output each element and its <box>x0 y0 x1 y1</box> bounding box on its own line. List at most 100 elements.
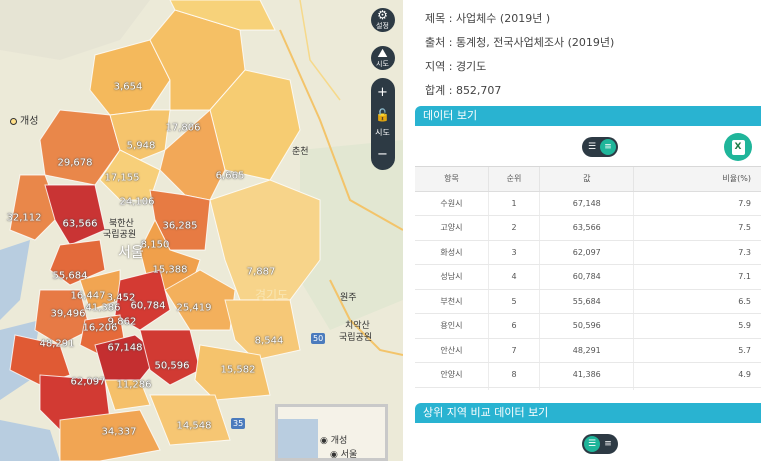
cell-rank: 4 <box>488 264 541 290</box>
choropleth-map[interactable]: 3,654 17,806 29,678 5,948 17,155 6,665 3… <box>0 0 403 461</box>
cell-ratio: 7.5 <box>633 215 761 241</box>
meta-title: 제목 : 사업체수 (2019년 ) <box>425 12 551 25</box>
place-chiak-park: 국립공원 <box>339 333 373 343</box>
cell-rank: 2 <box>488 215 541 241</box>
map-value-label: 63,566 <box>62 218 98 230</box>
zoom-control: + 🔓 시도 − <box>370 78 395 170</box>
excel-download-button[interactable]: X <box>724 133 752 161</box>
top-compare-header[interactable]: 상위 지역 비교 데이터 보기 <box>415 403 761 423</box>
table-row[interactable]: 부천시 5 55,684 6.5 <box>415 289 761 314</box>
table-row[interactable]: 화성시 3 62,097 7.3 <box>415 240 761 265</box>
map-value-label: 15,582 <box>220 364 256 376</box>
place-national-park: 국립공원 <box>103 230 137 240</box>
map-value-label: 16,447 <box>70 290 106 302</box>
map-value-label: 67,148 <box>107 342 143 354</box>
place-gyeonggi: 경기도 <box>255 288 289 302</box>
table-row[interactable]: 안양시 8 41,386 4.9 <box>415 362 761 388</box>
place-chuncheon: 춘천 <box>292 147 309 157</box>
zoom-in-button[interactable]: + <box>377 82 388 104</box>
overview-minimap[interactable]: ◉ 개성 ◉ 서울 인천 <box>275 404 388 461</box>
minimap-sea <box>278 419 318 458</box>
list-view-icon[interactable]: ☰ <box>584 436 600 452</box>
col-header-value[interactable]: 값 <box>539 167 635 192</box>
meta-source: 출처 : 통계청, 전국사업체조사 (2019년) <box>425 36 615 49</box>
cell-item: 화성시 <box>415 240 489 265</box>
map-value-label: 6,665 <box>215 170 245 182</box>
table-row[interactable]: 안산시 7 48,291 5.7 <box>415 338 761 363</box>
cell-item: 안산시 <box>415 338 489 363</box>
sido-button[interactable]: ⛰ 시도 <box>370 46 395 70</box>
table-view-icon[interactable]: ≡ <box>600 139 616 155</box>
col-header-ratio[interactable]: 비율(%) <box>633 167 761 192</box>
map-layer-icon: ⛰ <box>377 46 388 60</box>
cell-value: 50,596 <box>539 313 635 339</box>
map-value-label: 55,684 <box>52 270 88 282</box>
map-value-label: 5,948 <box>126 140 156 152</box>
map-value-label: 11,286 <box>116 379 152 391</box>
cell-ratio: 7.9 <box>633 191 761 216</box>
cell-item: 용인시 <box>415 313 489 339</box>
map-value-label: 29,678 <box>57 157 93 169</box>
cell-value: 67,148 <box>539 191 635 216</box>
compare-view-toggle[interactable]: ☰ ≡ <box>582 434 618 454</box>
cell-value: 62,097 <box>539 240 635 265</box>
gear-icon: ⚙ <box>377 8 388 22</box>
map-controls: ⚙ 설정 ⛰ 시도 + 🔓 시도 − <box>369 8 396 170</box>
zoom-out-button[interactable]: − <box>377 144 388 166</box>
cell-rank: 5 <box>488 289 541 314</box>
table-row[interactable]: 용인시 6 50,596 5.9 <box>415 313 761 339</box>
settings-label: 설정 <box>376 22 389 30</box>
map-value-label: 17,155 <box>104 172 140 184</box>
app-root: 3,654 17,806 29,678 5,948 17,155 6,665 3… <box>0 0 761 461</box>
table-row[interactable]: 시흥시939,4964.6 <box>415 387 761 390</box>
map-value-label: 14,548 <box>176 420 212 432</box>
table-row[interactable]: 고양시 2 63,566 7.5 <box>415 215 761 241</box>
col-header-item[interactable]: 항목 <box>415 167 489 192</box>
view-toggle[interactable]: ☰ ≡ <box>582 137 618 157</box>
cell-rank: 9 <box>488 387 541 390</box>
lock-icon[interactable]: 🔓 <box>375 104 390 126</box>
info-panel: 제목 : 사업체수 (2019년 ) 출처 : 통계청, 전국사업체조사 (20… <box>403 0 761 461</box>
data-table[interactable]: 항목 순위 값 비율(%) 수원시 1 67,148 7.9 고양시 2 63,566 7.5… <box>415 166 761 390</box>
map-value-label: 39,496 <box>50 308 86 320</box>
map-value-label: 17,806 <box>165 122 201 134</box>
cell-ratio: 7.1 <box>633 264 761 290</box>
map-value-label: 3,654 <box>113 81 143 93</box>
cell-ratio: 6.5 <box>633 289 761 314</box>
cell-ratio: 5.7 <box>633 338 761 363</box>
minimap-kaesong: ◉ 개성 <box>320 436 348 446</box>
map-value-label: 62,097 <box>70 376 106 388</box>
place-dot-icon <box>10 118 17 125</box>
table-row[interactable]: 수원시 1 67,148 7.9 <box>415 191 761 216</box>
map-value-label: 34,337 <box>101 426 137 438</box>
map-value-label: 50,596 <box>154 360 190 372</box>
map-value-label: 25,419 <box>176 302 212 314</box>
cell-rank: 8 <box>488 362 541 388</box>
map-value-label: 24,106 <box>119 196 155 208</box>
table-row[interactable]: 성남시 4 60,784 7.1 <box>415 264 761 290</box>
map-value-label: 7,887 <box>246 266 276 278</box>
map-value-label: 15,388 <box>152 264 188 276</box>
place-wonju: 원주 <box>340 293 357 303</box>
zoom-level-label: 시도 <box>375 128 390 137</box>
cell-value: 63,566 <box>539 215 635 241</box>
cell-rank: 3 <box>488 240 541 265</box>
meta-total: 합계 : 852,707 <box>425 84 502 97</box>
col-header-rank[interactable]: 순위 <box>488 167 541 192</box>
cell-value: 39,496 <box>539 387 635 390</box>
cell-item: 안양시 <box>415 362 489 388</box>
cell-rank: 7 <box>488 338 541 363</box>
route-35-label: 35 <box>233 419 244 428</box>
cell-item: 수원시 <box>415 191 489 216</box>
cell-rank: 1 <box>488 191 541 216</box>
cell-ratio: 4.9 <box>633 362 761 388</box>
map-value-label: 32,112 <box>6 212 42 224</box>
list-view-icon[interactable]: ☰ <box>584 139 600 155</box>
settings-button[interactable]: ⚙ 설정 <box>370 8 395 32</box>
meta-region: 지역 : 경기도 <box>425 60 487 73</box>
cell-item: 시흥시 <box>415 387 489 390</box>
excel-icon: X <box>731 139 745 155</box>
table-view-icon[interactable]: ≡ <box>600 436 616 452</box>
route-50-label: 50 <box>313 334 324 343</box>
place-seoul: 서울 <box>118 245 144 261</box>
